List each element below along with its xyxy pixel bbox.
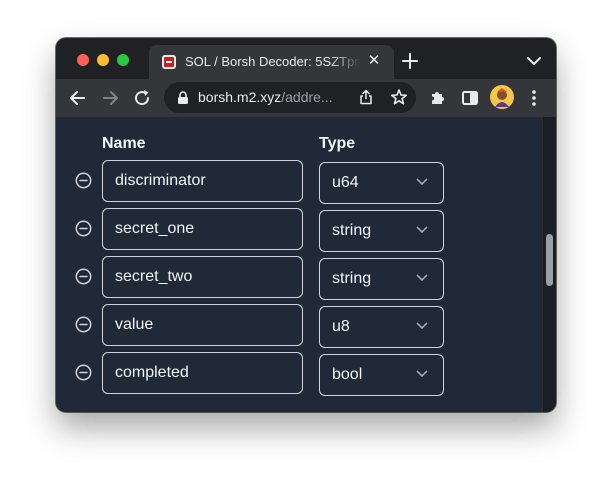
page-scrollbar[interactable]: [542, 117, 556, 412]
field-name-input[interactable]: completed: [102, 352, 303, 394]
page-content: Name Type discriminator u64 secret_one s…: [56, 117, 542, 412]
window-close-button[interactable]: [77, 54, 89, 66]
puzzle-icon[interactable]: [428, 88, 448, 108]
chevron-down-icon: [416, 226, 428, 233]
share-icon[interactable]: [358, 89, 374, 105]
scrollbar-thumb[interactable]: [546, 234, 553, 286]
field-type-value: string: [332, 270, 372, 287]
field-row: value u8: [56, 304, 542, 348]
profile-avatar[interactable]: [490, 85, 514, 109]
remove-circle-icon[interactable]: [75, 364, 92, 381]
url-text[interactable]: borsh.m2.xyz/addre...: [198, 89, 352, 105]
field-row: completed bool: [56, 352, 542, 396]
tab-strip: SOL / Borsh Decoder: 5SZTpnc ✕: [56, 38, 556, 79]
address-bar[interactable]: borsh.m2.xyz/addre...: [164, 82, 416, 113]
url-path: /addre...: [281, 89, 333, 105]
field-type-value: bool: [332, 366, 363, 383]
url-host: borsh.m2.xyz: [198, 89, 282, 105]
field-type-select[interactable]: u64: [319, 162, 444, 204]
forward-arrow-icon[interactable]: [100, 88, 120, 108]
chevron-down-icon: [416, 322, 428, 329]
lock-icon[interactable]: [177, 91, 189, 104]
field-type-select[interactable]: string: [319, 258, 444, 300]
field-row: secret_two string: [56, 256, 542, 300]
field-name-input[interactable]: secret_one: [102, 208, 303, 250]
tab-title: SOL / Borsh Decoder: 5SZTpnc: [185, 54, 361, 69]
column-header-type: Type: [319, 135, 356, 152]
column-header-name: Name: [102, 135, 146, 152]
field-row: discriminator u64: [56, 160, 542, 204]
tab-active[interactable]: SOL / Borsh Decoder: 5SZTpnc ✕: [149, 45, 394, 79]
close-icon[interactable]: ✕: [365, 51, 383, 71]
sidebar-icon[interactable]: [460, 88, 480, 108]
window-minimize-button[interactable]: [97, 54, 109, 66]
chevron-down-icon: [416, 178, 428, 185]
star-icon[interactable]: [390, 88, 408, 106]
remove-circle-icon[interactable]: [75, 268, 92, 285]
chevron-down-icon: [416, 370, 428, 377]
window-zoom-button[interactable]: [117, 54, 129, 66]
back-arrow-icon[interactable]: [68, 88, 88, 108]
field-type-select[interactable]: u8: [319, 306, 444, 348]
plus-icon[interactable]: [401, 52, 419, 70]
field-name-input[interactable]: secret_two: [102, 256, 303, 298]
browser-window: SOL / Borsh Decoder: 5SZTpnc ✕ borsh.m2.…: [56, 38, 556, 412]
field-name-input[interactable]: discriminator: [102, 160, 303, 202]
field-type-value: u8: [332, 318, 350, 335]
chevron-down-icon[interactable]: [526, 55, 542, 67]
field-type-value: string: [332, 222, 372, 239]
remove-circle-icon[interactable]: [75, 316, 92, 333]
chevron-down-icon: [416, 274, 428, 281]
field-name-input[interactable]: value: [102, 304, 303, 346]
remove-circle-icon[interactable]: [75, 220, 92, 237]
browser-toolbar: borsh.m2.xyz/addre...: [56, 79, 556, 117]
field-type-value: u64: [332, 174, 359, 191]
field-type-select[interactable]: string: [319, 210, 444, 252]
site-favicon-icon: [162, 55, 176, 69]
remove-circle-icon[interactable]: [75, 172, 92, 189]
field-row: secret_one string: [56, 208, 542, 252]
reload-icon[interactable]: [132, 88, 152, 108]
field-type-select[interactable]: bool: [319, 354, 444, 396]
more-vert-icon[interactable]: [524, 88, 544, 108]
